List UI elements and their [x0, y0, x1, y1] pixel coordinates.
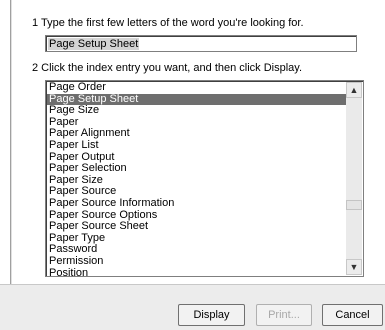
scrollbar-thumb[interactable]: [346, 200, 362, 210]
step-1-label: 1 Type the first few letters of the word…: [32, 17, 304, 29]
list-item[interactable]: Paper Selection: [47, 163, 347, 175]
panel-border-highlight: [11, 0, 12, 284]
scroll-down-button[interactable]: ▼: [346, 259, 362, 275]
search-input[interactable]: Page Setup Sheet: [45, 35, 357, 52]
index-listbox[interactable]: Page Order Page Setup Sheet Page Size Paper…: [45, 80, 364, 277]
list-item[interactable]: Page Order: [47, 81, 347, 94]
chevron-up-icon: ▲: [349, 85, 359, 95]
index-list: Page Order Page Setup Sheet Page Size Paper…: [47, 81, 347, 276]
list-item[interactable]: Paper Source Sheet: [47, 221, 347, 233]
step-2-label: 2 Click the index entry you want, and th…: [32, 62, 303, 74]
display-button[interactable]: Display: [178, 304, 245, 326]
list-item[interactable]: Paper List: [47, 139, 347, 152]
print-button[interactable]: Print...: [256, 304, 312, 326]
list-item[interactable]: Position: [47, 267, 347, 276]
vertical-scrollbar[interactable]: ▲ ▼: [346, 82, 362, 275]
list-item[interactable]: Permission: [47, 255, 347, 268]
list-item[interactable]: Page Size: [47, 105, 347, 117]
scroll-up-button[interactable]: ▲: [346, 82, 362, 98]
chevron-down-icon: ▼: [349, 262, 359, 272]
list-item[interactable]: Paper Source Information: [47, 197, 347, 210]
search-input-value: Page Setup Sheet: [48, 38, 140, 50]
cancel-button[interactable]: Cancel: [322, 304, 383, 326]
